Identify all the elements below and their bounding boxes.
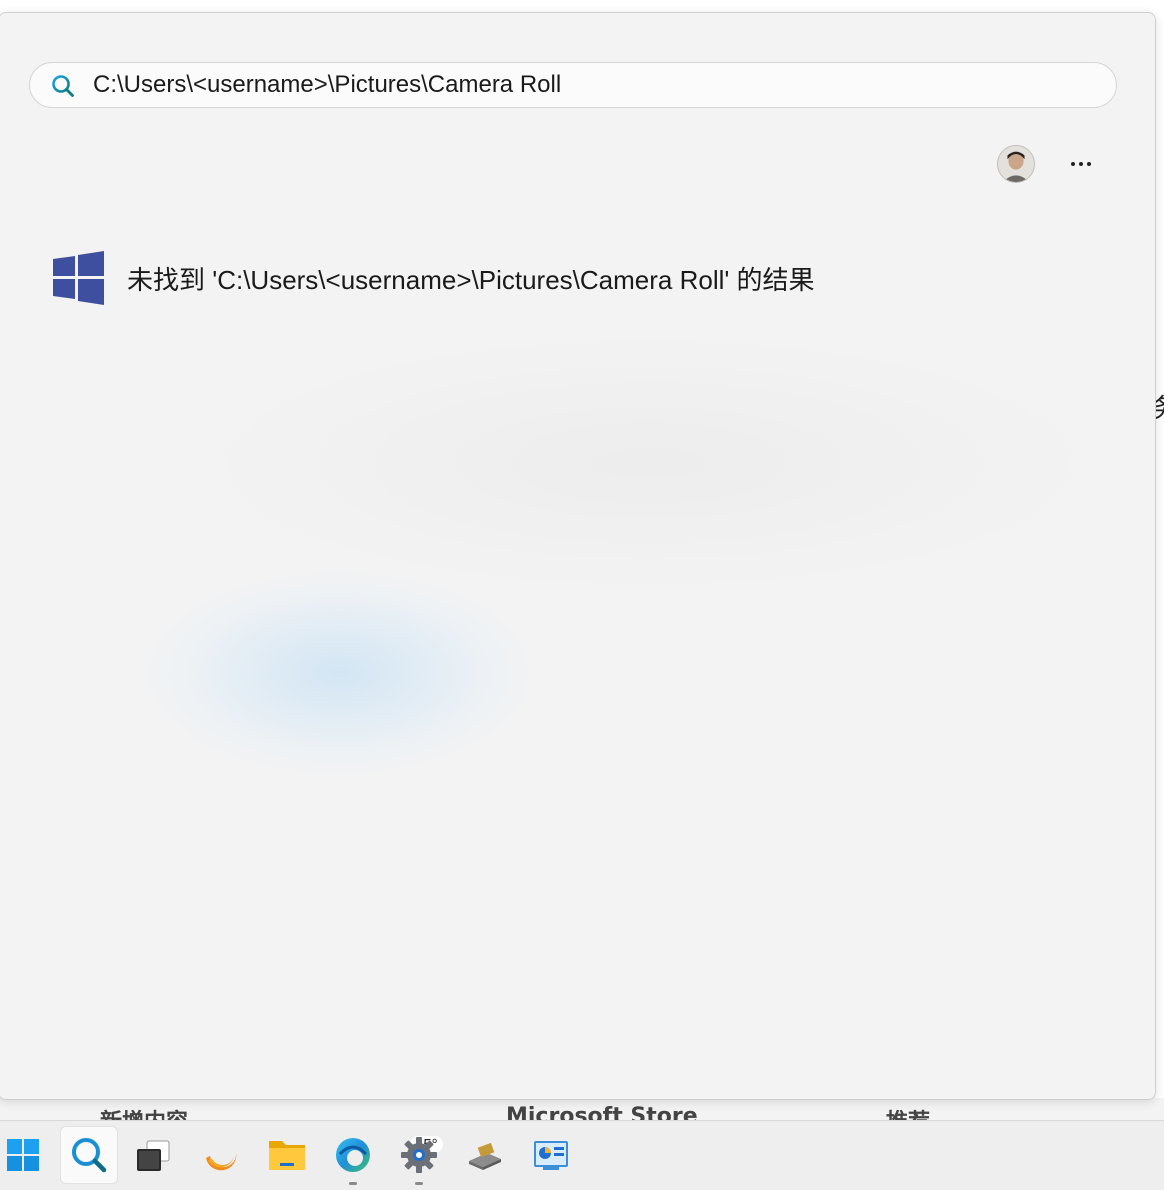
folder-icon — [269, 1141, 305, 1170]
taskbar-settings-button[interactable] — [390, 1126, 448, 1185]
search-icon — [52, 75, 74, 97]
weather-icon — [206, 1152, 237, 1171]
control-panel-icon — [534, 1141, 568, 1170]
desktop-label-store: Microsoft Store — [506, 1104, 698, 1120]
background-blur-accent — [149, 573, 529, 773]
running-indicator — [349, 1182, 357, 1185]
taskbar-app-button[interactable] — [456, 1126, 514, 1184]
taskbar-file-explorer-button[interactable] — [258, 1126, 316, 1184]
app-icon — [469, 1142, 501, 1170]
user-avatar-image — [998, 146, 1034, 182]
running-indicator — [415, 1182, 423, 1185]
windows-start-icon — [7, 1139, 39, 1171]
desktop-label-recommended: 推荐 — [886, 1104, 930, 1120]
gear-icon — [401, 1137, 437, 1173]
edge-browser-icon — [336, 1138, 370, 1172]
desktop-label-new: 新增内容 — [100, 1104, 188, 1120]
taskbar-start-button[interactable] — [0, 1126, 52, 1184]
taskbar-task-view-button[interactable] — [124, 1126, 182, 1184]
desktop-bottom-strip: 新增内容 Microsoft Store 推荐 — [0, 1098, 1164, 1120]
avatar[interactable] — [997, 145, 1035, 183]
no-results-row: 未找到 'C:\Users\<username>\Pictures\Camera… — [51, 251, 951, 305]
more-horizontal-icon — [1071, 162, 1075, 166]
taskbar-edge-button[interactable] — [324, 1126, 382, 1185]
taskbar-control-panel-button[interactable] — [522, 1126, 580, 1184]
windows-logo-icon — [53, 251, 104, 305]
background-blur — [199, 333, 1099, 593]
search-input[interactable] — [93, 63, 1093, 107]
task-view-icon — [137, 1140, 170, 1171]
search-icon — [72, 1138, 107, 1173]
search-box[interactable] — [29, 62, 1117, 108]
no-results-message: 未找到 'C:\Users\<username>\Pictures\Camera… — [127, 264, 815, 295]
search-flyout-panel: 未找到 'C:\Users\<username>\Pictures\Camera… — [0, 12, 1156, 1100]
taskbar-weather-button[interactable]: 15° — [192, 1126, 443, 1184]
taskbar-search-button[interactable] — [60, 1126, 118, 1184]
more-options-button[interactable] — [1063, 149, 1099, 179]
taskbar: 15° — [0, 1120, 1164, 1190]
